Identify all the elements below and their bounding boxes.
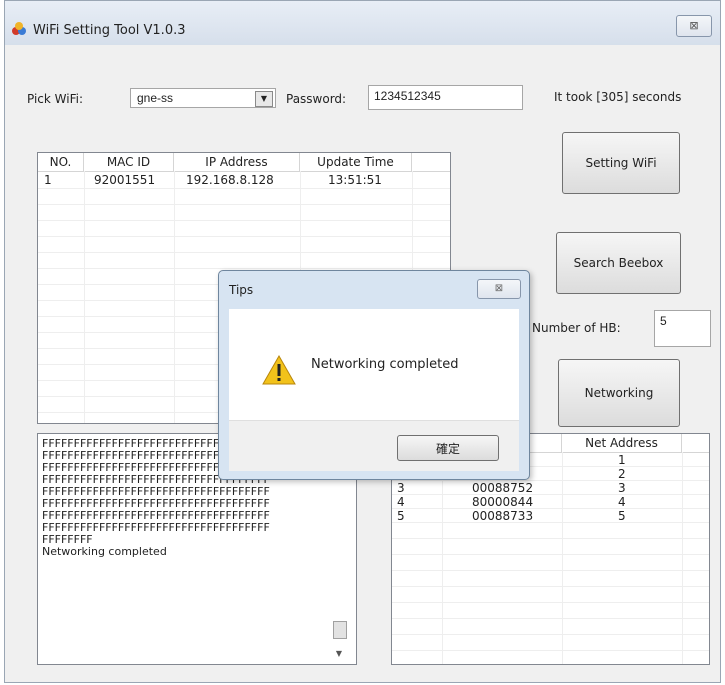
dialog-message: Networking completed <box>311 357 459 372</box>
column-header-mac-id[interactable]: MAC ID <box>84 153 174 171</box>
window-title: WiFi Setting Tool V1.0.3 <box>33 23 186 38</box>
password-input[interactable]: 1234512345 <box>368 85 523 110</box>
hb-row-net[interactable]: 4 <box>618 495 626 509</box>
hb-row-net[interactable]: 2 <box>618 467 626 481</box>
search-beebox-button[interactable]: Search Beebox <box>556 232 681 294</box>
title-bar: WiFi Setting Tool V1.0.3 ⊠ <box>5 1 720 45</box>
hb-row-no[interactable]: 4 <box>397 495 405 509</box>
warning-icon <box>262 355 296 385</box>
log-line: Networking completed <box>42 545 167 558</box>
dialog-body: Networking completed <box>229 309 519 420</box>
hb-count-input[interactable]: 5 <box>654 310 711 347</box>
dialog-title: Tips <box>229 283 254 297</box>
hb-row-no[interactable]: 3 <box>397 481 405 495</box>
setting-wifi-button[interactable]: Setting WiFi <box>562 132 680 194</box>
dialog-footer: 確定 <box>229 420 519 471</box>
device-row-no[interactable]: 1 <box>44 173 52 187</box>
window-close-button[interactable]: ⊠ <box>676 15 712 37</box>
password-label: Password: <box>286 92 347 106</box>
hb-row-no[interactable]: 5 <box>397 509 405 523</box>
app-icon <box>12 22 26 35</box>
chevron-down-icon[interactable]: ▼ <box>255 91 273 107</box>
pick-wifi-label: Pick WiFi: <box>27 92 84 106</box>
scroll-down-icon[interactable]: ▼ <box>333 648 345 660</box>
hb-row-mac[interactable]: 80000844 <box>472 495 533 509</box>
device-row-ip[interactable]: 192.168.8.128 <box>186 173 274 187</box>
hb-row-mac[interactable]: 00088733 <box>472 509 533 523</box>
hb-row-mac[interactable]: 00088752 <box>472 481 533 495</box>
hb-column-header-net-address[interactable]: Net Address <box>562 434 682 452</box>
tips-dialog: Tips ⊠ Networking completed 確定 <box>218 270 530 480</box>
dialog-close-button[interactable]: ⊠ <box>477 279 521 299</box>
column-header-ip-address[interactable]: IP Address <box>174 153 300 171</box>
hb-count-label: Number of HB: <box>532 321 621 335</box>
device-row-mac[interactable]: 92001551 <box>94 173 155 187</box>
column-header-update-time[interactable]: Update Time <box>300 153 412 171</box>
hb-row-net[interactable]: 1 <box>618 453 626 467</box>
elapsed-time-text: It took [305] seconds <box>554 90 682 104</box>
device-table-header: NO. MAC ID IP Address Update Time <box>38 153 450 172</box>
wifi-select[interactable]: gne-ss ▼ <box>130 88 276 108</box>
dialog-ok-button[interactable]: 確定 <box>397 435 499 461</box>
hb-row-net[interactable]: 3 <box>618 481 626 495</box>
device-row-time[interactable]: 13:51:51 <box>328 173 382 187</box>
networking-button[interactable]: Networking <box>558 359 680 427</box>
log-scrollbar-thumb[interactable] <box>333 621 347 639</box>
column-header-no[interactable]: NO. <box>38 153 84 171</box>
hb-row-net[interactable]: 5 <box>618 509 626 523</box>
wifi-select-value: gne-ss <box>137 91 174 105</box>
